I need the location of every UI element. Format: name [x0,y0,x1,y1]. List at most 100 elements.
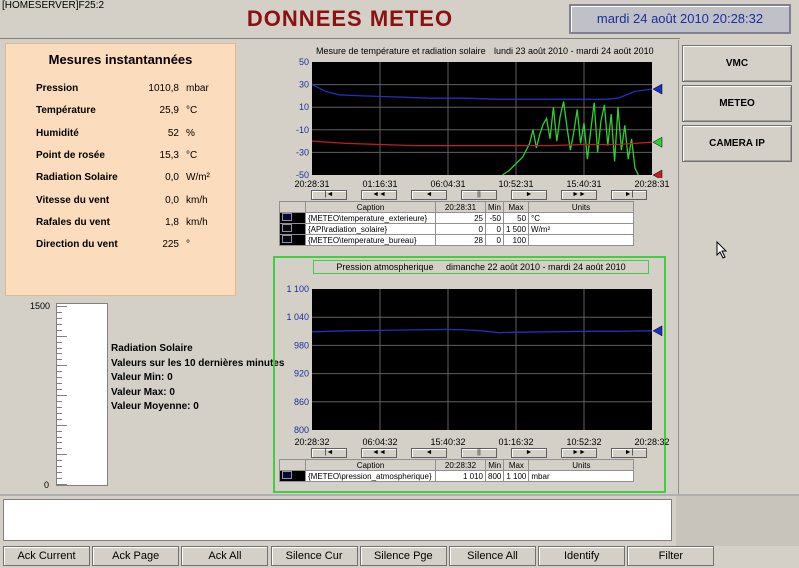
bottom-button-ack-current[interactable]: Ack Current [3,546,90,566]
x-tick-label: 06:04:31 [430,179,466,189]
chart2-legend: Caption 20:28:32 Min Max Units {METEO\pressio… [279,459,635,482]
gauge-tick [57,395,67,396]
y-tick-label: 860 [294,397,309,407]
chart-nav-button[interactable]: ►► [561,190,597,200]
y-tick-label: 10 [299,102,309,112]
chart-nav-button[interactable]: ►| [611,190,647,200]
bottom-button-silence-all[interactable]: Silence All [449,546,536,566]
series-marker[interactable] [652,169,663,178]
bottom-button-ack-all[interactable]: Ack All [181,546,269,566]
y-tick-label: -10 [296,125,309,135]
mouse-cursor-icon [716,241,728,259]
side-button-meteo[interactable]: METEO [682,85,792,122]
legend-row[interactable]: {METEO\temperature_bureau} 28 0 100 [279,234,635,246]
measure-label: Radiation Solaire [36,172,118,184]
bottom-button-ack-page[interactable]: Ack Page [92,546,180,566]
header-divider [0,38,680,39]
y-tick-label: -30 [296,147,309,157]
x-tick-label: 10:52:32 [566,437,602,447]
gauge-tick [57,484,67,485]
legend-row[interactable]: {METEO\pression_atmospherique} 1 010 800 1 … [279,470,635,482]
legend-header-cell: 20:28:31 [435,201,486,213]
legend-header-cell: Caption [305,201,436,213]
gauge-tick [57,311,62,313]
legend-row[interactable]: {API\radiation_solaire} 0 0 1 500 W/m² [279,223,635,235]
gauge-tick [57,323,62,325]
measure-row: Direction du vent 225 ° [6,239,235,255]
measure-unit: °C [186,105,198,117]
measures-title: Mesures instantannées [48,52,193,67]
legend-min: 0 [485,223,504,235]
chart-nav-button[interactable]: || [461,448,497,458]
gauge-tick [57,448,62,450]
chart-nav-button[interactable]: ◄◄ [361,190,397,200]
gauge-max-label: 1500 [30,301,51,311]
measure-row: Température 25,9 °C [6,105,235,121]
chart-nav-button[interactable]: ►► [561,448,597,458]
side-button-vmc[interactable]: VMC [682,45,792,82]
x-tick-label: 20:28:32 [634,437,670,447]
gauge-tick [57,353,62,355]
x-tick-label: 01:16:31 [362,179,398,189]
chart-nav-button[interactable]: |◄ [311,448,347,458]
legend-header-cell: Min [485,201,504,213]
radiation-gauge [56,303,108,486]
legend-caption: {METEO\temperature_bureau} [305,234,436,246]
bottom-button-filter[interactable]: Filter [627,546,715,566]
pressure-chart: 1 100 1 040 980 920 860 800 [286,284,663,435]
measure-label: Point de rosée [36,149,105,161]
legend-swatch [279,212,306,224]
series-marker[interactable] [652,136,663,148]
legend-header-cell: Min [484,459,505,471]
chart1-title: Mesure de température et radiation solai… [316,46,486,56]
chart-nav-button[interactable]: || [461,190,497,200]
legend-min: -50 [485,212,504,224]
series-marker[interactable] [652,83,663,95]
legend-swatch [279,470,306,482]
legend-value: 0 [435,223,486,235]
legend-min: 0 [485,234,504,246]
gauge-info-line: Valeur Min: 0 [111,372,173,383]
legend-value: 25 [435,212,486,224]
gauge-info-line: Valeurs sur les 10 dernières minutes [111,357,285,369]
gauge-info-line: Radiation Solaire [111,343,193,354]
x-tick-label: 15:40:32 [430,437,466,447]
legend-unit [528,234,635,246]
gauge-tick [57,454,67,456]
series-marker[interactable] [652,325,663,337]
chart-nav-button[interactable]: ► [511,448,547,458]
chart-nav-button[interactable]: ◄ [411,190,447,200]
pressure-chart-title: Pression atmospherique dimanche 22 août … [313,260,649,274]
chart-nav-button[interactable]: ►| [611,448,647,458]
measure-value: 0,0 [165,194,179,206]
chart-nav-button[interactable]: |◄ [311,190,347,200]
gauge-tick [57,317,62,319]
y-tick-label: 980 [294,340,309,350]
y-tick-label: 1 040 [286,312,309,322]
bottom-button-silence-cur[interactable]: Silence Cur [270,546,358,566]
chart-nav-button[interactable]: ◄ [411,448,447,458]
chart-nav-button[interactable]: ◄◄ [361,448,397,458]
x-tick-label: 15:40:31 [566,179,602,189]
alarm-list[interactable] [3,499,672,541]
side-button-camera-ip[interactable]: CAMERA IP [682,125,792,162]
y-tick-label: 920 [294,369,309,379]
chart1-legend: Caption 20:28:31 Min Max Units {METEO\tempera… [279,201,635,246]
bottom-button-silence-pge[interactable]: Silence Pge [359,546,447,566]
measure-value: 225 [162,239,179,251]
chart1-range: lundi 23 août 2010 - mardi 24 août 2010 [494,46,654,56]
measure-row: Radiation Solaire 0,0 W/m² [6,172,235,188]
gauge-tick [57,365,67,367]
legend-header-cell: 20:28:32 [435,459,486,471]
legend-caption: {API\radiation_solaire} [305,223,436,235]
gauge-tick [57,478,62,480]
legend-unit: °C [528,212,635,224]
legend-row[interactable]: {METEO\temperature_exterieure} 25 -50 50 °C [279,212,635,224]
plot-area [312,289,652,430]
chart-nav-button[interactable]: ► [511,190,547,200]
legend-max: 1 100 [503,470,530,482]
gauge-min-label: 0 [44,480,50,490]
bottom-button-identify[interactable]: Identify [538,546,626,566]
legend-swatch [279,223,306,235]
measure-row: Point de rosée 15,3 °C [6,150,235,166]
